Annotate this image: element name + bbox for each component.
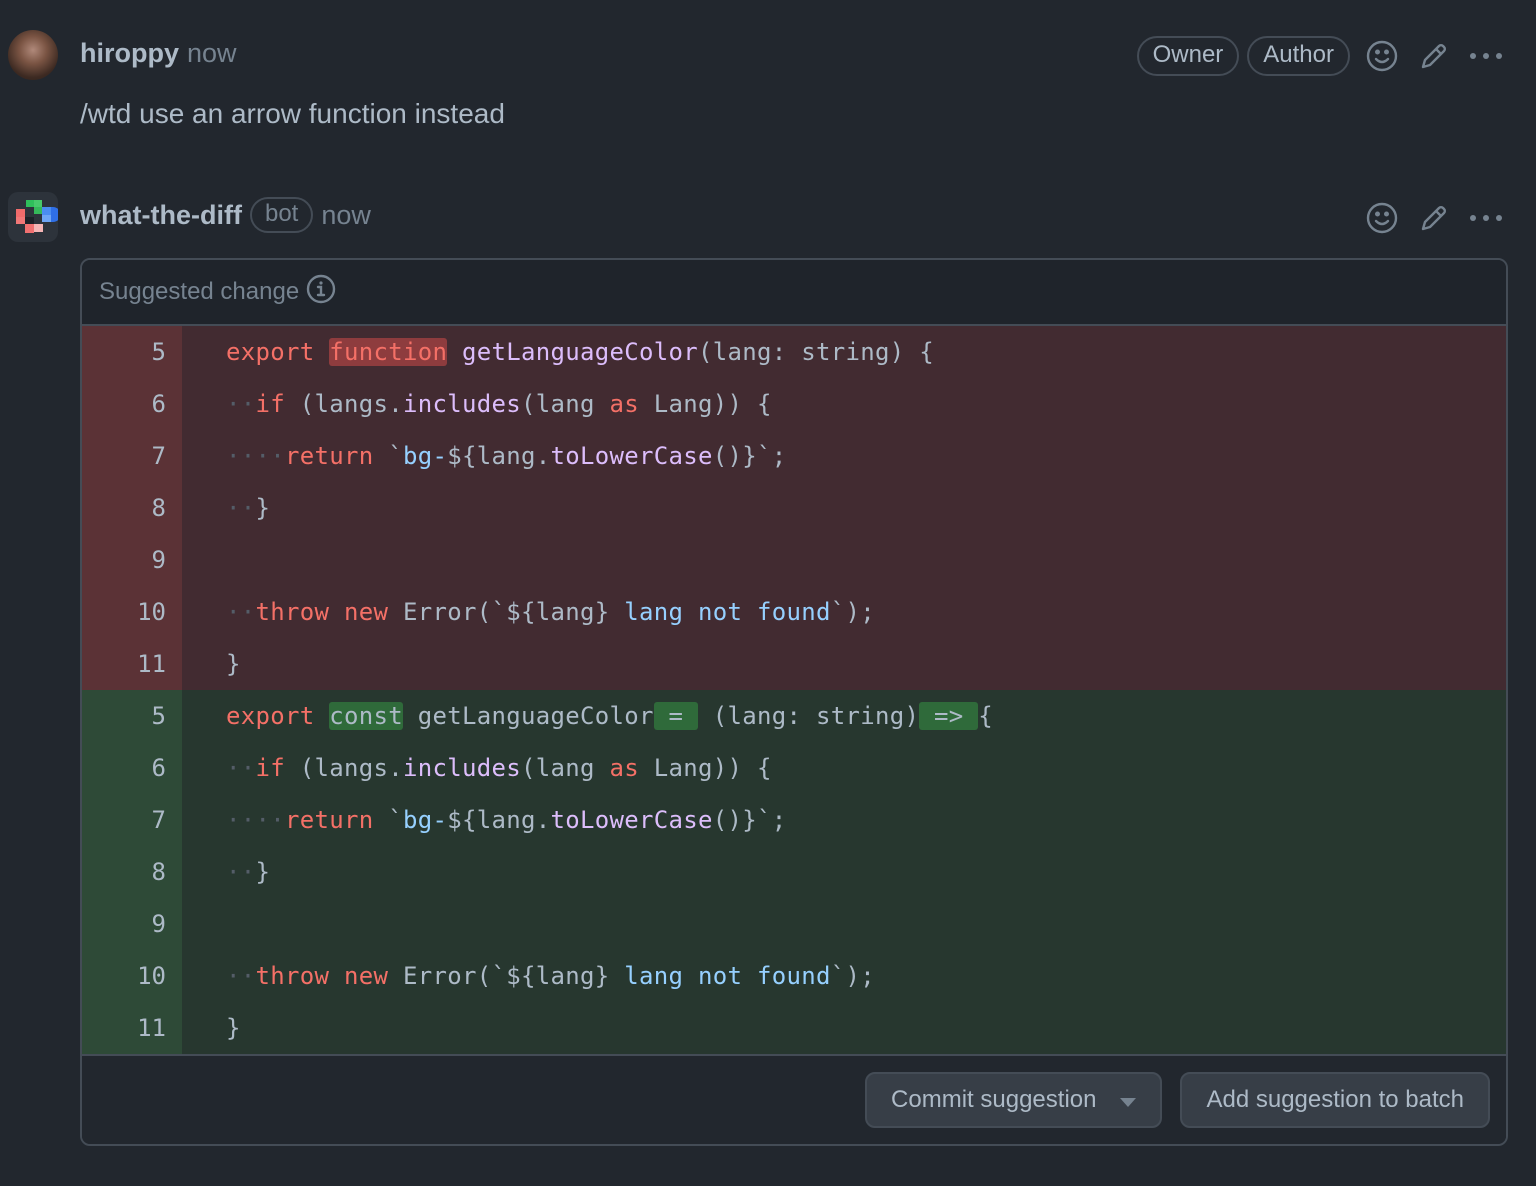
line-number[interactable]: 8 <box>82 846 182 898</box>
diff-row-removed: 8 ··} <box>82 482 1506 534</box>
diff-row-added: 7 ····return `bg-${lang.toLowerCase()}`; <box>82 794 1506 846</box>
diff-row-removed: 11} <box>82 638 1506 690</box>
kebab-horizontal-icon[interactable] <box>1466 36 1506 76</box>
owner-badge: Owner <box>1136 36 1240 76</box>
diff-row-added: 11} <box>82 1002 1506 1054</box>
pencil-icon[interactable] <box>1414 36 1454 76</box>
diff-row-removed: 7 ····return `bg-${lang.toLowerCase()}`; <box>82 430 1506 482</box>
diff-row-removed: 9 <box>82 534 1506 586</box>
author-name[interactable]: hiroppy <box>80 38 179 69</box>
code-line: ····return `bg-${lang.toLowerCase()}`; <box>226 806 787 834</box>
code-line: ··} <box>226 858 271 886</box>
author-name[interactable]: what-the-diff <box>80 200 242 231</box>
line-number[interactable]: 10 <box>82 950 182 1002</box>
commit-suggestion-label: Commit suggestion <box>891 1086 1097 1113</box>
diff-table: 5 export function getLanguageColor(lang: … <box>82 326 1506 1054</box>
diff-row-added: 5 export const getLanguageColor = (lang: … <box>82 690 1506 742</box>
timestamp[interactable]: now <box>187 38 237 69</box>
line-number[interactable]: 5 <box>82 326 182 378</box>
add-suggestion-to-batch-button[interactable]: Add suggestion to batch <box>1180 1072 1490 1128</box>
pencil-icon[interactable] <box>1414 198 1454 238</box>
line-number[interactable]: 7 <box>82 794 182 846</box>
diff-row-added: 6 ··if (langs.includes(lang as Lang)) { <box>82 742 1506 794</box>
suggested-change-title: Suggested change <box>99 278 300 305</box>
suggested-change-box: Suggested change 5 export function getLan… <box>80 258 1508 1146</box>
line-number[interactable]: 6 <box>82 378 182 430</box>
suggested-change-header: Suggested change <box>82 260 1506 326</box>
kebab-horizontal-icon[interactable] <box>1466 198 1506 238</box>
comment-body: /wtd use an arrow function instead <box>80 98 505 129</box>
commit-suggestion-button[interactable]: Commit suggestion <box>865 1072 1163 1128</box>
diff-row-removed: 5 export function getLanguageColor(lang: … <box>82 326 1506 378</box>
comment-actions <box>1358 198 1506 238</box>
line-number[interactable]: 5 <box>82 690 182 742</box>
what-the-diff-logo-icon <box>16 200 58 233</box>
line-number[interactable]: 9 <box>82 898 182 950</box>
line-number[interactable]: 8 <box>82 482 182 534</box>
comment-actions: Owner Author <box>1136 36 1506 76</box>
line-number[interactable]: 11 <box>82 638 182 690</box>
diff-row-removed: 10 ··throw new Error(`${lang} lang not fo… <box>82 586 1506 638</box>
suggestion-footer: Commit suggestion Add suggestion to batc… <box>82 1054 1506 1144</box>
code-line: ··if (langs.includes(lang as Lang)) { <box>226 390 772 418</box>
diff-row-removed: 6 ··if (langs.includes(lang as Lang)) { <box>82 378 1506 430</box>
diff-row-added: 9 <box>82 898 1506 950</box>
info-icon[interactable] <box>305 273 337 312</box>
avatar[interactable] <box>8 30 58 80</box>
line-number[interactable]: 10 <box>82 586 182 638</box>
bot-avatar[interactable] <box>8 192 58 242</box>
timestamp[interactable]: now <box>321 200 371 231</box>
diff-row-added: 10 ··throw new Error(`${lang} lang not fo… <box>82 950 1506 1002</box>
code-line: export function getLanguageColor(lang: s… <box>226 338 934 366</box>
code-line: export const getLanguageColor = (lang: s… <box>226 702 993 730</box>
smiley-icon[interactable] <box>1362 36 1402 76</box>
code-line: } <box>226 650 241 678</box>
code-line: } <box>226 1014 241 1042</box>
smiley-icon[interactable] <box>1362 198 1402 238</box>
add-suggestion-to-batch-label: Add suggestion to batch <box>1206 1086 1464 1113</box>
line-number[interactable]: 6 <box>82 742 182 794</box>
code-line: ··throw new Error(`${lang} lang not foun… <box>226 598 875 626</box>
comment-header: what-the-diff bot now <box>80 197 371 233</box>
line-number[interactable]: 7 <box>82 430 182 482</box>
bot-badge: bot <box>249 197 314 233</box>
author-badge: Author <box>1247 36 1350 76</box>
caret-down-icon[interactable] <box>1120 1097 1137 1107</box>
comment-header: hiroppy now <box>80 36 237 70</box>
code-line: ··} <box>226 494 271 522</box>
code-line: ··throw new Error(`${lang} lang not foun… <box>226 962 875 990</box>
code-line: ··if (langs.includes(lang as Lang)) { <box>226 754 772 782</box>
line-number[interactable]: 9 <box>82 534 182 586</box>
diff-row-added: 8 ··} <box>82 846 1506 898</box>
line-number[interactable]: 11 <box>82 1002 182 1054</box>
code-line: ····return `bg-${lang.toLowerCase()}`; <box>226 442 787 470</box>
